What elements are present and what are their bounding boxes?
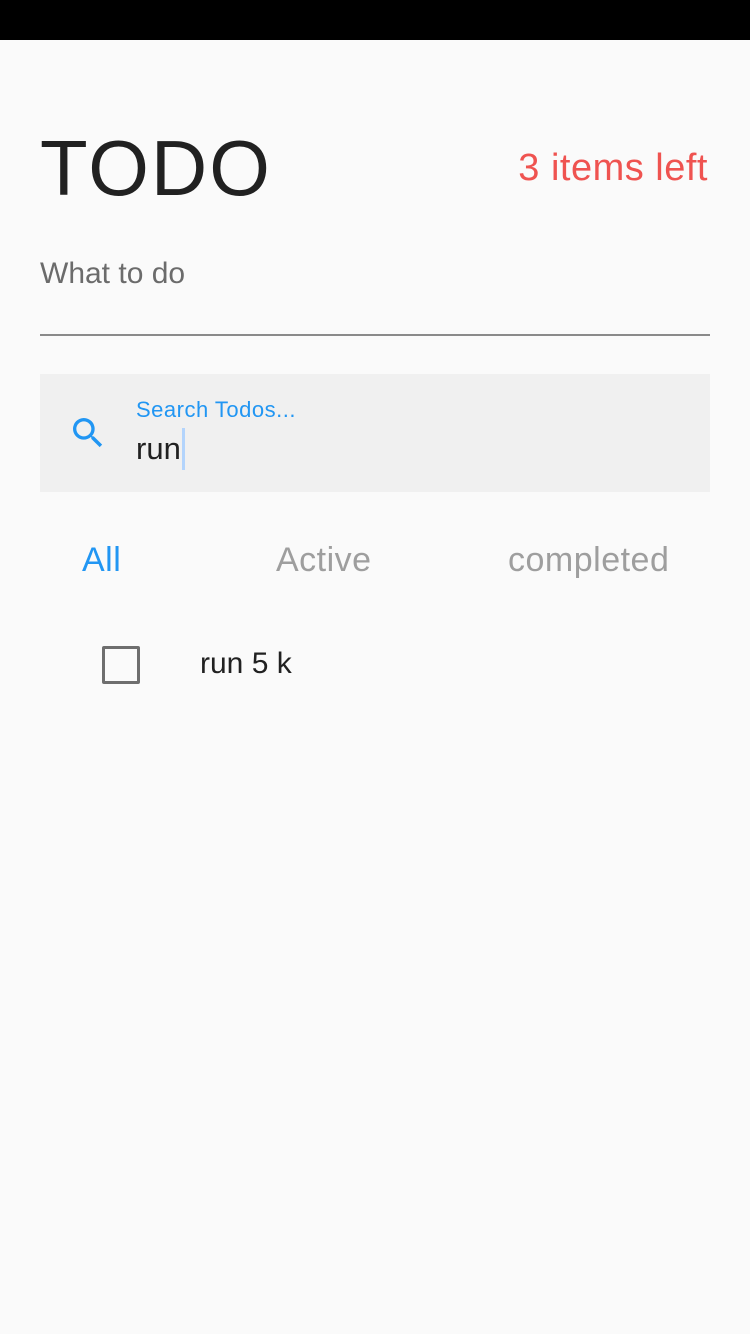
text-caret	[181, 428, 185, 470]
tab-completed[interactable]: completed	[508, 530, 669, 590]
search-label: Search Todos...	[136, 397, 296, 422]
search-input[interactable]: run	[136, 428, 185, 470]
search-input-value: run	[136, 431, 181, 466]
items-left-count: 3 items left	[518, 147, 708, 189]
tab-active[interactable]: Active	[276, 530, 372, 590]
todo-checkbox[interactable]	[102, 646, 140, 684]
status-bar	[0, 0, 750, 40]
tab-all[interactable]: All	[82, 530, 121, 590]
list-item: run 5 k	[40, 624, 710, 704]
todo-list: run 5 k	[40, 624, 710, 704]
page-title: TODO	[40, 124, 272, 212]
new-todo-input[interactable]	[40, 250, 710, 298]
todo-text: run 5 k	[200, 647, 292, 680]
search-icon	[73, 418, 103, 448]
new-todo-field[interactable]	[40, 250, 710, 336]
filter-tabs: All Active completed	[40, 530, 710, 590]
header: TODO 3 items left	[40, 118, 710, 218]
